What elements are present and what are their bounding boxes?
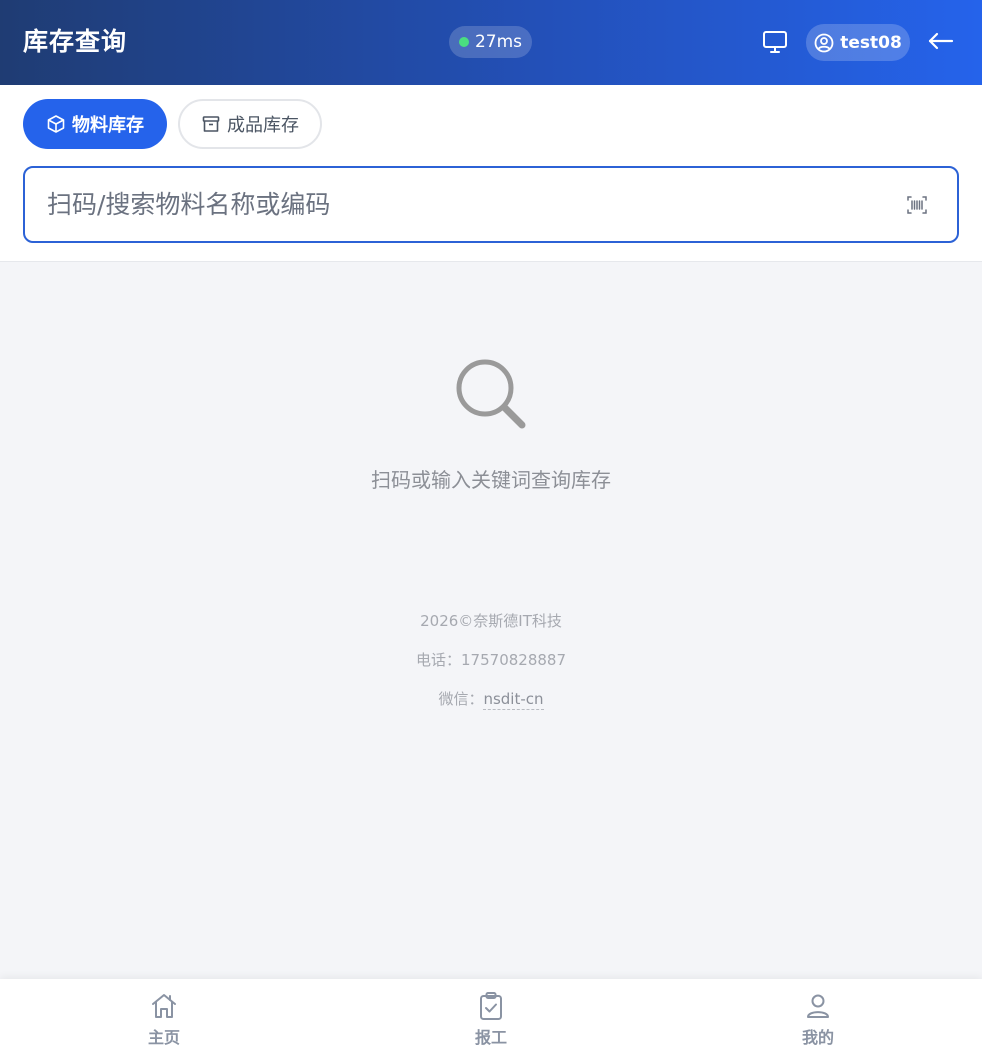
query-panel: 物料库存 成品库存 (0, 85, 982, 262)
search-box (23, 166, 959, 243)
nav-label: 主页 (147, 1028, 180, 1047)
barcode-scan-icon[interactable] (905, 193, 929, 217)
status-dot-icon (458, 37, 469, 47)
latency-value: 27ms (474, 32, 523, 52)
tab-label: 成品库存 (227, 115, 299, 136)
empty-state-text: 扫码或输入关键词查询库存 (371, 468, 611, 492)
nav-item-report[interactable]: 报工 (431, 979, 551, 1056)
bottom-nav: 主页 报工 我的 (0, 979, 982, 1056)
magnifier-icon (456, 359, 526, 429)
tab-label: 物料库存 (72, 115, 144, 136)
tab-product-stock[interactable]: 成品库存 (178, 99, 322, 149)
nav-item-mine[interactable]: 我的 (758, 979, 878, 1056)
nav-label: 报工 (474, 1028, 507, 1047)
monitor-icon[interactable] (761, 28, 789, 56)
copyright-text: 2026©奈斯德IT科技 (420, 612, 562, 630)
app-root: 库存查询 27ms test08 物料库存 成品库存 扫码/搜索物料名称或编码 … (0, 0, 982, 1056)
phone-line: 电话：17570828887 (0, 649, 982, 670)
phone-number[interactable]: 17570828887 (461, 651, 566, 669)
nav-item-home[interactable]: 主页 (104, 979, 224, 1056)
latency-badge: 27ms (449, 26, 532, 58)
search-input[interactable] (47, 168, 887, 241)
user-menu-button[interactable]: test08 (806, 24, 910, 61)
back-arrow-icon[interactable] (926, 27, 956, 57)
cube-icon (47, 115, 65, 133)
home-icon (152, 994, 176, 1018)
archive-box-icon (202, 116, 220, 132)
user-circle-icon (814, 33, 834, 52)
nav-label: 我的 (801, 1028, 834, 1047)
username-label: test08 (840, 32, 902, 53)
wechat-line: 微信：nsdit-cn (0, 688, 982, 710)
user-icon (807, 994, 829, 1018)
wechat-label: 微信： (438, 690, 484, 708)
page-title: 库存查询 (23, 27, 128, 56)
tab-material-stock[interactable]: 物料库存 (23, 99, 167, 149)
top-header: 库存查询 27ms test08 (0, 0, 982, 85)
phone-label: 电话： (416, 651, 462, 669)
clipboard-check-icon (480, 992, 502, 1020)
wechat-id[interactable]: nsdit-cn (483, 690, 544, 710)
